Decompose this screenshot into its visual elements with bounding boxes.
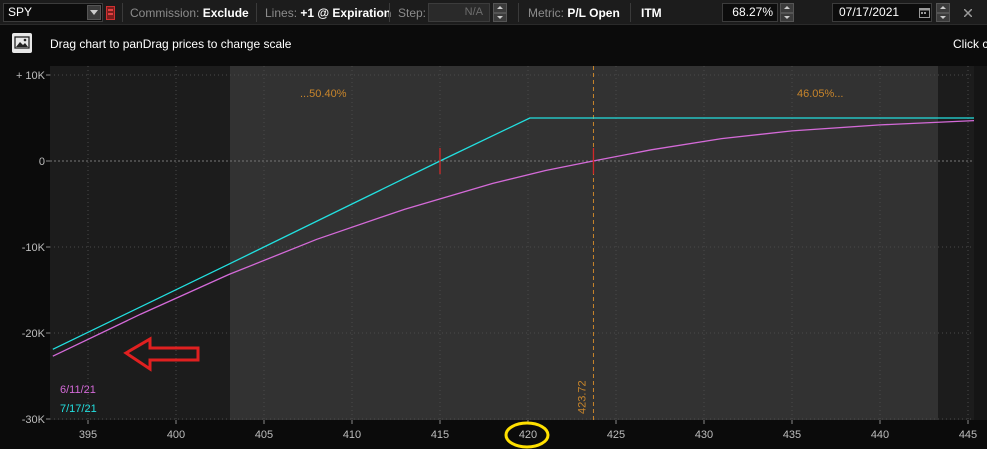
commission-setting[interactable]: Commission: Exclude	[130, 0, 249, 25]
hint-bar: Drag chart to panDrag prices to change s…	[0, 25, 987, 62]
symbol-dropdown-button[interactable]	[87, 5, 101, 20]
date-spinner[interactable]	[936, 3, 950, 22]
y-tick-label: -20K	[22, 328, 46, 340]
x-tick-label: 410	[343, 429, 361, 441]
x-tick-label: 435	[783, 429, 801, 441]
probability-range-band	[230, 66, 938, 420]
lines-value: +1 @ Expiration	[300, 5, 392, 20]
chart-image-icon[interactable]	[12, 33, 32, 53]
lines-setting[interactable]: Lines: +1 @ Expiration	[265, 0, 391, 25]
hint-text-right: Click c	[953, 37, 987, 51]
symbol-value: SPY	[8, 5, 33, 19]
x-tick-label: 405	[255, 429, 273, 441]
probability-value: 68.27%	[732, 5, 773, 19]
step-down-button[interactable]	[493, 12, 507, 22]
metric-label: Metric:	[528, 5, 564, 20]
step-up-button[interactable]	[493, 3, 507, 13]
pl-chart[interactable]: + 10K 0 -10K -20K -30K 395 400 405 410 415 420 425…	[0, 62, 987, 449]
y-tick-label: + 10K	[16, 70, 46, 82]
metric-setting[interactable]: Metric: P/L Open	[528, 0, 620, 25]
y-tick-label: 0	[39, 156, 45, 168]
date-value: 07/17/2021	[839, 5, 900, 19]
x-tick-label: 440	[871, 429, 889, 441]
probability-down-button[interactable]	[780, 12, 794, 22]
lines-label: Lines:	[265, 5, 298, 20]
toolbar: SPY Commission: Exclude Lines: +1 @ Expi…	[0, 0, 987, 25]
date-down-button[interactable]	[936, 12, 950, 22]
probability-left-label: ...50.40%	[300, 88, 347, 100]
hint-text: Drag chart to panDrag prices to change s…	[50, 37, 292, 51]
chart-scrollbar[interactable]	[974, 66, 987, 420]
step-label: Step:	[398, 5, 427, 20]
x-tick-label: 445	[959, 429, 977, 441]
probability-up-button[interactable]	[780, 3, 794, 13]
x-tick-label: 425	[607, 429, 625, 441]
x-axis-area	[0, 420, 987, 449]
current-price-label: 423.72	[576, 380, 588, 414]
close-icon[interactable]	[964, 0, 972, 25]
calendar-icon[interactable]	[919, 0, 930, 25]
probability-right-label: 46.05%...	[797, 88, 843, 100]
x-tick-label: 395	[79, 429, 97, 441]
probability-input[interactable]: 68.27%	[722, 3, 778, 22]
itm-setting[interactable]: ITM	[641, 0, 662, 25]
metric-value: P/L Open	[567, 5, 620, 20]
x-tick-label: 415	[431, 429, 449, 441]
date-up-button[interactable]	[936, 3, 950, 13]
commission-value: Exclude	[202, 5, 249, 20]
date-input[interactable]: 07/17/2021	[832, 3, 932, 22]
x-tick-label: 400	[167, 429, 185, 441]
commission-label: Commission:	[130, 5, 200, 20]
itm-value: ITM	[641, 5, 662, 20]
step-spinner[interactable]	[493, 3, 507, 22]
legend-item-today: 6/11/21	[60, 384, 96, 396]
probability-spinner[interactable]	[780, 3, 794, 22]
step-input[interactable]: N/A	[428, 3, 490, 22]
x-tick-label: 430	[695, 429, 713, 441]
symbol-input[interactable]: SPY	[3, 3, 103, 22]
chevron-down-icon	[90, 10, 98, 15]
y-tick-label: -10K	[22, 242, 46, 254]
x-tick-label: 420	[519, 429, 537, 441]
legend-item-expiration: 7/17/21	[60, 403, 97, 415]
y-tick-label: -30K	[22, 414, 46, 426]
step-value: N/A	[464, 6, 483, 18]
symbol-link-icon[interactable]	[106, 0, 115, 25]
